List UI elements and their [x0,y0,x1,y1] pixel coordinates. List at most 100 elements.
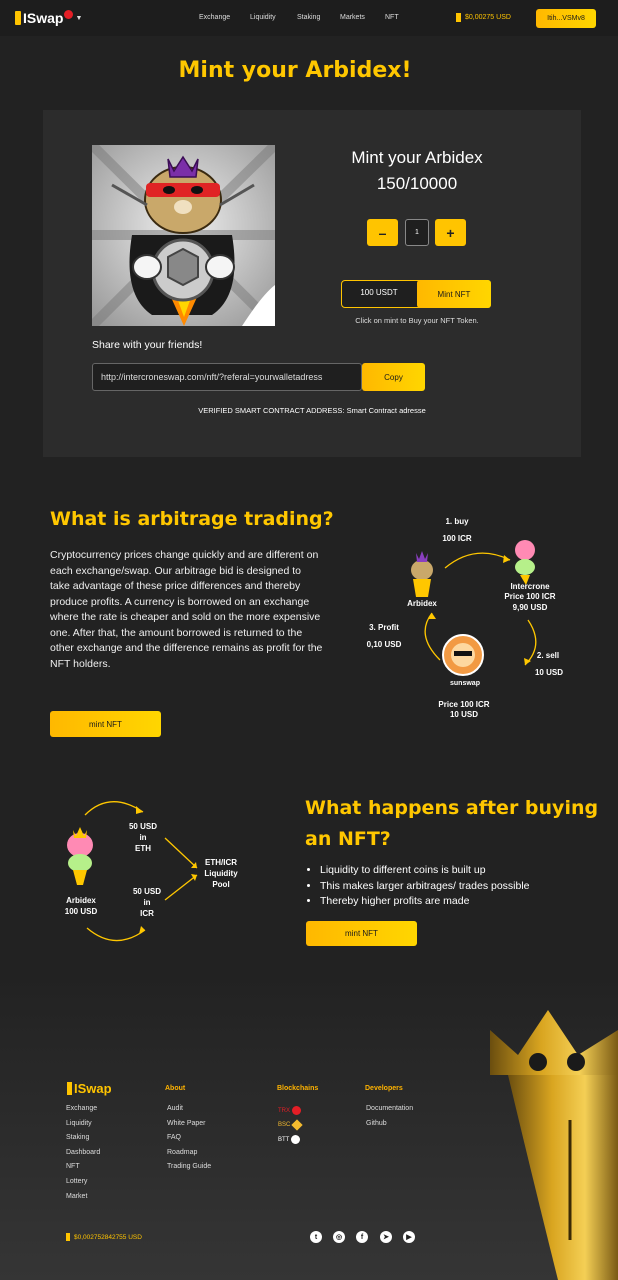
btt-icon [291,1135,301,1144]
nav-staking[interactable]: Staking [297,14,320,21]
decrease-quantity-button[interactable]: – [367,219,398,246]
footer-chain-btt[interactable]: BTT [278,1135,301,1144]
wallet-button[interactable]: Itih...VSMv8 [536,9,596,28]
footer-link-nft[interactable]: NFT [66,1160,100,1175]
list-item: This makes larger arbitrages/ trades pos… [320,879,610,895]
logo-text: ISwap [23,10,64,26]
copy-button[interactable]: Copy [362,363,425,391]
step3-amount: 0,10 USD [366,640,402,649]
arbitrage-cycle-diagram [411,540,537,676]
top-navbar: ISwap ▼ Exchange Liquidity Staking Marke… [0,0,618,36]
footer-link-documentation[interactable]: Documentation [366,1102,413,1117]
arbitrage-text: Cryptocurrency prices change quickly and… [50,549,323,670]
tron-badge-icon [64,9,74,19]
list-item: Liquidity to different coins is built up [320,863,610,879]
arbidex-icon [411,551,433,597]
nav-markets[interactable]: Markets [340,14,365,21]
arbidex-pink-icon [67,827,93,885]
arbidex-node-name: Arbidex [66,896,96,905]
footer-link-audit[interactable]: Audit [167,1102,211,1117]
footer-link-faq[interactable]: FAQ [167,1131,211,1146]
step1-amount: 100 ICR [442,534,472,543]
step3-label: 3. Profit [369,623,399,632]
footer-dev-links: Documentation Github [366,1102,413,1131]
pool-line1: ETH/ICR [205,858,237,867]
footer-link-market[interactable]: Market [66,1190,100,1205]
icr-amount: 50 USD [132,887,161,896]
youtube-icon[interactable]: ▶ [403,1231,415,1243]
quantity-field[interactable]: 1 [405,219,429,246]
footer-link-lottery[interactable]: Lottery [66,1175,100,1190]
intercrone-label: Intercrone [510,582,550,591]
footer-link-dashboard[interactable]: Dashboard [66,1146,100,1161]
sunswap-usd: 10 USD [449,710,478,719]
contract-address: VERIFIED SMART CONTRACT ADDRESS: Smart C… [198,406,426,415]
list-item: Thereby higher profits are made [320,894,610,910]
footer-logo[interactable]: ISwap [67,1081,112,1096]
intercrone-usd: 9,90 USD [512,603,548,612]
crown-logo-icon [67,1082,72,1095]
footer-link-whitepaper[interactable]: White Paper [167,1117,211,1132]
after-mint-button[interactable]: mint NFT [306,921,417,946]
footer-link-liquidity[interactable]: Liquidity [66,1117,100,1132]
sunswap-price: Price 100 ICR [438,700,490,709]
footer-chain-bsc[interactable]: BSC [278,1119,304,1131]
intercrone-icon [515,540,535,585]
footer-price: $0,002752842755 USD [66,1233,142,1241]
intercrone-price: Price 100 ICR [504,592,556,601]
footer-chain-trx[interactable]: TRX [278,1106,301,1115]
crown-icon [456,13,461,22]
mint-count: 150/10000 [376,174,458,193]
facebook-icon[interactable]: f [356,1231,368,1243]
chevron-down-icon[interactable]: ▼ [75,15,82,22]
after-heading-line1: What happens after buying [305,797,599,819]
footer-link-roadmap[interactable]: Roadmap [167,1146,211,1161]
footer-link-github[interactable]: Github [366,1117,413,1132]
footer-link-staking[interactable]: Staking [66,1131,100,1146]
icr-token: ICR [140,909,154,918]
mint-title: Mint your Arbidex [351,148,483,167]
mint-price: 100 USDT [360,288,398,297]
after-heading-line2: an NFT? [305,828,391,850]
increase-quantity-button[interactable]: + [435,219,466,246]
footer-about-links: Audit White Paper FAQ Roadmap Trading Gu… [167,1102,211,1175]
telegram-icon[interactable]: ➤ [380,1231,392,1243]
footer-about-title: About [165,1085,186,1092]
share-url-input[interactable]: http://intercroneswap.com/nft/?referal=y… [92,363,362,391]
sunswap-label: sunswap [450,680,480,687]
footer-dev-title: Developers [365,1085,403,1092]
icr-in: in [143,898,151,907]
footer-link-trading-guide[interactable]: Trading Guide [167,1160,211,1175]
crown-logo-icon [15,11,21,25]
bnb-icon [291,1119,304,1131]
instagram-icon[interactable]: ◎ [333,1231,345,1243]
step1-label: 1. buy [445,517,469,526]
eth-amount: 50 USD [128,822,157,831]
nav-exchange[interactable]: Exchange [199,14,230,21]
eth-token: ETH [135,844,151,853]
nav-liquidity[interactable]: Liquidity [250,14,276,21]
price-ticker: $0,00275 USD [456,13,511,22]
pool-line3: Pool [212,880,230,889]
page-title: Mint your Arbidex! [178,58,412,83]
eth-in: in [139,833,147,842]
twitter-icon[interactable]: t [310,1231,322,1243]
nav-nft[interactable]: NFT [385,14,399,21]
mint-nft-button[interactable]: Mint NFT [417,280,491,308]
mint-note: Click on mint to Buy your NFT Token. [355,316,479,325]
footer-link-exchange[interactable]: Exchange [66,1102,100,1117]
step2-amount: 10 USD [534,668,563,677]
nft-image [92,145,275,326]
pool-line2: Liquidity [204,869,238,878]
logo[interactable]: ISwap ▼ [15,9,82,26]
arbitrage-heading: What is arbitrage trading? [50,508,334,530]
crown-decoration-icon [490,1010,618,1280]
after-bullet-list: Liquidity to different coins is built up… [306,863,610,910]
share-label: Share with your friends! [92,339,203,351]
sunswap-icon [442,634,484,676]
step2-label: 2. sell [536,651,560,660]
footer-chains-title: Blockchains [277,1085,319,1092]
arbitrage-mint-button[interactable]: mint NFT [50,711,161,737]
footer-logo-text: ISwap [74,1081,112,1096]
arbidex-label: Arbidex [407,599,437,608]
